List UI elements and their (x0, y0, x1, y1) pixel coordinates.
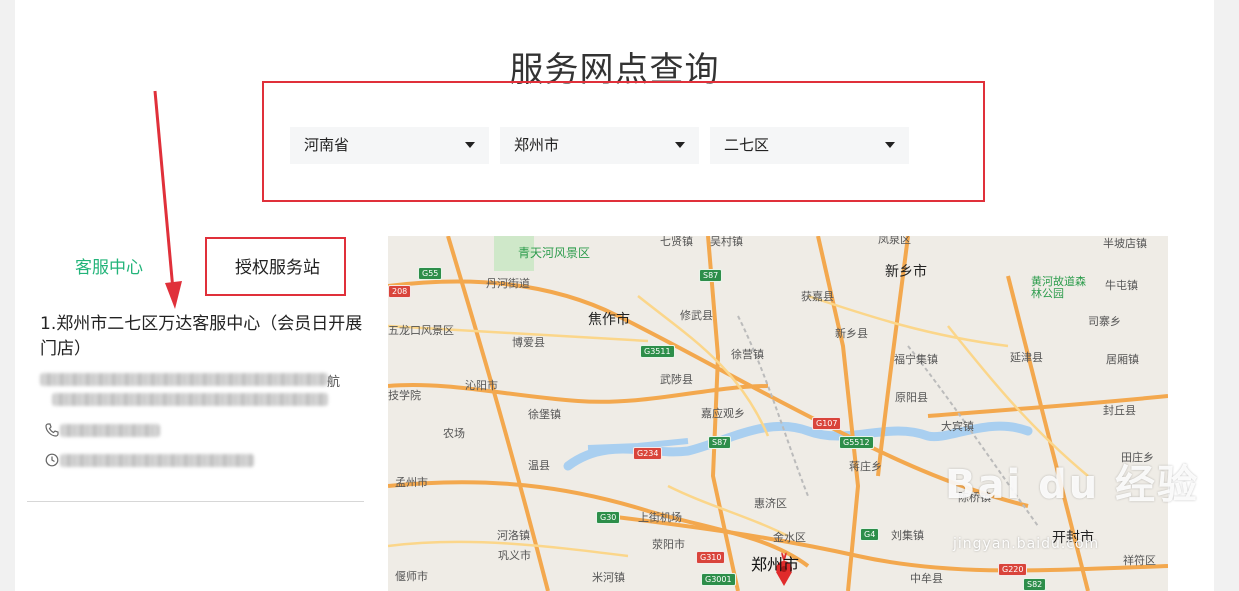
caret-down-icon (885, 142, 895, 148)
map-label: 七贤镇 (660, 236, 693, 248)
map-label: 封丘县 (1103, 404, 1136, 417)
province-select-value: 河南省 (304, 136, 350, 154)
store-phone-redacted (60, 424, 160, 437)
map-label: 农场 (443, 427, 465, 440)
map-label: 新乡市 (885, 264, 927, 280)
map-label: 巩义市 (498, 549, 531, 562)
list-divider (27, 501, 364, 502)
map-label: 新乡县 (835, 327, 868, 340)
map-label: 半坡店镇 (1103, 237, 1147, 250)
store-hours-redacted (60, 454, 254, 467)
highway-shield: S82 (1023, 578, 1047, 591)
highway-shield: 208 (388, 285, 412, 298)
map-label: 金水区 (773, 531, 806, 544)
map-label: 米河镇 (592, 571, 625, 584)
map-label: 孟州市 (395, 476, 428, 489)
highway-shield: G3511 (640, 345, 675, 358)
baidu-watermark-url: jingyan.baidu.com (953, 536, 1100, 552)
map-label: 徐堡镇 (528, 408, 561, 421)
map-label: 技学院 (388, 389, 421, 402)
baidu-watermark-logo: Bai du 经验 (945, 462, 1200, 508)
map-label: 温县 (528, 459, 550, 472)
store-name[interactable]: 1.郑州市二七区万达客服中心（会员日开展门店） (40, 312, 370, 362)
map-label: 博爱县 (512, 336, 545, 349)
map-label: 徐营镇 (731, 348, 764, 361)
caret-down-icon (675, 142, 685, 148)
map-label: 惠济区 (754, 497, 787, 510)
tab-customer-center[interactable]: 客服中心 (75, 258, 143, 278)
highway-shield: G310 (696, 551, 726, 564)
annotation-arrow (153, 90, 182, 309)
map-label: 荥阳市 (652, 538, 685, 551)
district-select-value: 二七区 (724, 136, 770, 154)
map-label: 郑州市 (751, 555, 800, 574)
map-label: 偃师市 (395, 570, 428, 583)
tab-authorized-station[interactable]: 授权服务站 (235, 258, 320, 278)
highway-shield: G30 (596, 511, 621, 524)
phone-icon (45, 423, 59, 437)
map-label: 获嘉县 (801, 290, 834, 303)
store-address-redacted (40, 373, 328, 386)
highway-shield: G3001 (701, 573, 736, 586)
map-label: 延津县 (1010, 351, 1043, 364)
highway-shield: G5512 (839, 436, 874, 449)
map-label: 祥符区 (1123, 554, 1156, 567)
highway-shield: G234 (633, 447, 663, 460)
highway-shield: G220 (998, 563, 1028, 576)
highway-shield: S87 (708, 436, 732, 449)
map-label: 丹河街道 (486, 277, 530, 290)
map-label: 蒋庄乡 (849, 460, 882, 473)
highway-shield: G4 (860, 528, 880, 541)
map-label: 焦作市 (588, 312, 630, 328)
clock-icon (45, 453, 59, 467)
map-label: 大宾镇 (941, 420, 974, 433)
city-select-value: 郑州市 (514, 136, 560, 154)
city-select[interactable]: 郑州市 (500, 127, 699, 164)
map-label: 居厢镇 (1106, 353, 1139, 366)
map-label: 上街机场 (638, 511, 682, 524)
map-label: 凤泉区 (878, 236, 911, 246)
map-label: 吴村镇 (710, 236, 743, 248)
map-label: 中牟县 (910, 572, 943, 585)
map-label: 嘉应观乡 (701, 407, 745, 420)
map-label: 河洛镇 (497, 529, 530, 542)
district-select[interactable]: 二七区 (710, 127, 909, 164)
map-label: 司寨乡 (1088, 315, 1121, 328)
map-label: 刘集镇 (891, 529, 924, 542)
map-label: 黄河故道森林公园 (1031, 275, 1086, 300)
map-label: 五龙口风景区 (388, 324, 454, 337)
map-label: 修武县 (680, 309, 713, 322)
map-label: 青天河风景区 (518, 246, 591, 260)
highway-shield: G107 (812, 417, 842, 430)
store-address-redacted-2 (52, 393, 328, 406)
caret-down-icon (465, 142, 475, 148)
map-label: 沁阳市 (465, 379, 498, 392)
map-label: 原阳县 (895, 391, 928, 404)
map-label: 武陟县 (660, 373, 693, 386)
province-select[interactable]: 河南省 (290, 127, 489, 164)
store-address-suffix: 航 (327, 375, 341, 390)
map-label: 牛屯镇 (1105, 279, 1138, 292)
highway-shield: S87 (699, 269, 723, 282)
map-label: 福宁集镇 (894, 353, 938, 366)
highway-shield: G55 (418, 267, 443, 280)
